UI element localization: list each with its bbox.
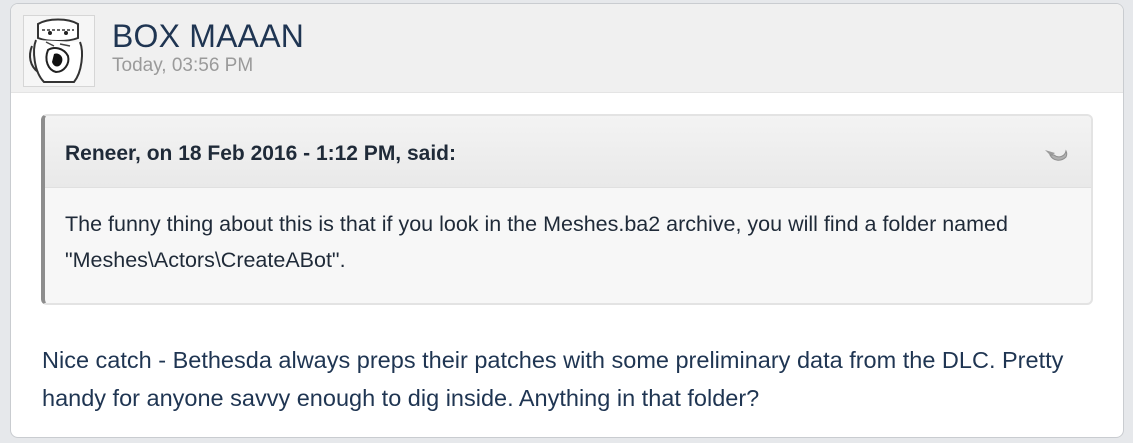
post-timestamp: Today, 03:56 PM (112, 55, 254, 76)
avatar-illustration-icon (24, 16, 94, 86)
quote-block: Reneer, on 18 Feb 2016 - 1:12 PM, said: … (41, 114, 1093, 305)
author-name[interactable]: BOX MAAAN (112, 17, 304, 55)
post-body-text: Nice catch - Bethesda always preps their… (42, 347, 1064, 411)
post-header: BOX MAAAN Today, 03:56 PM (11, 4, 1123, 93)
forum-post: BOX MAAAN Today, 03:56 PM Reneer, on 18 … (10, 3, 1124, 438)
avatar[interactable] (23, 15, 95, 87)
quote-text: The funny thing about this is that if yo… (65, 212, 1008, 272)
quote-citation: Reneer, on 18 Feb 2016 - 1:12 PM, said: (65, 142, 456, 165)
snapback-arrow-icon[interactable] (1041, 144, 1069, 166)
quote-header: Reneer, on 18 Feb 2016 - 1:12 PM, said: (45, 116, 1091, 188)
